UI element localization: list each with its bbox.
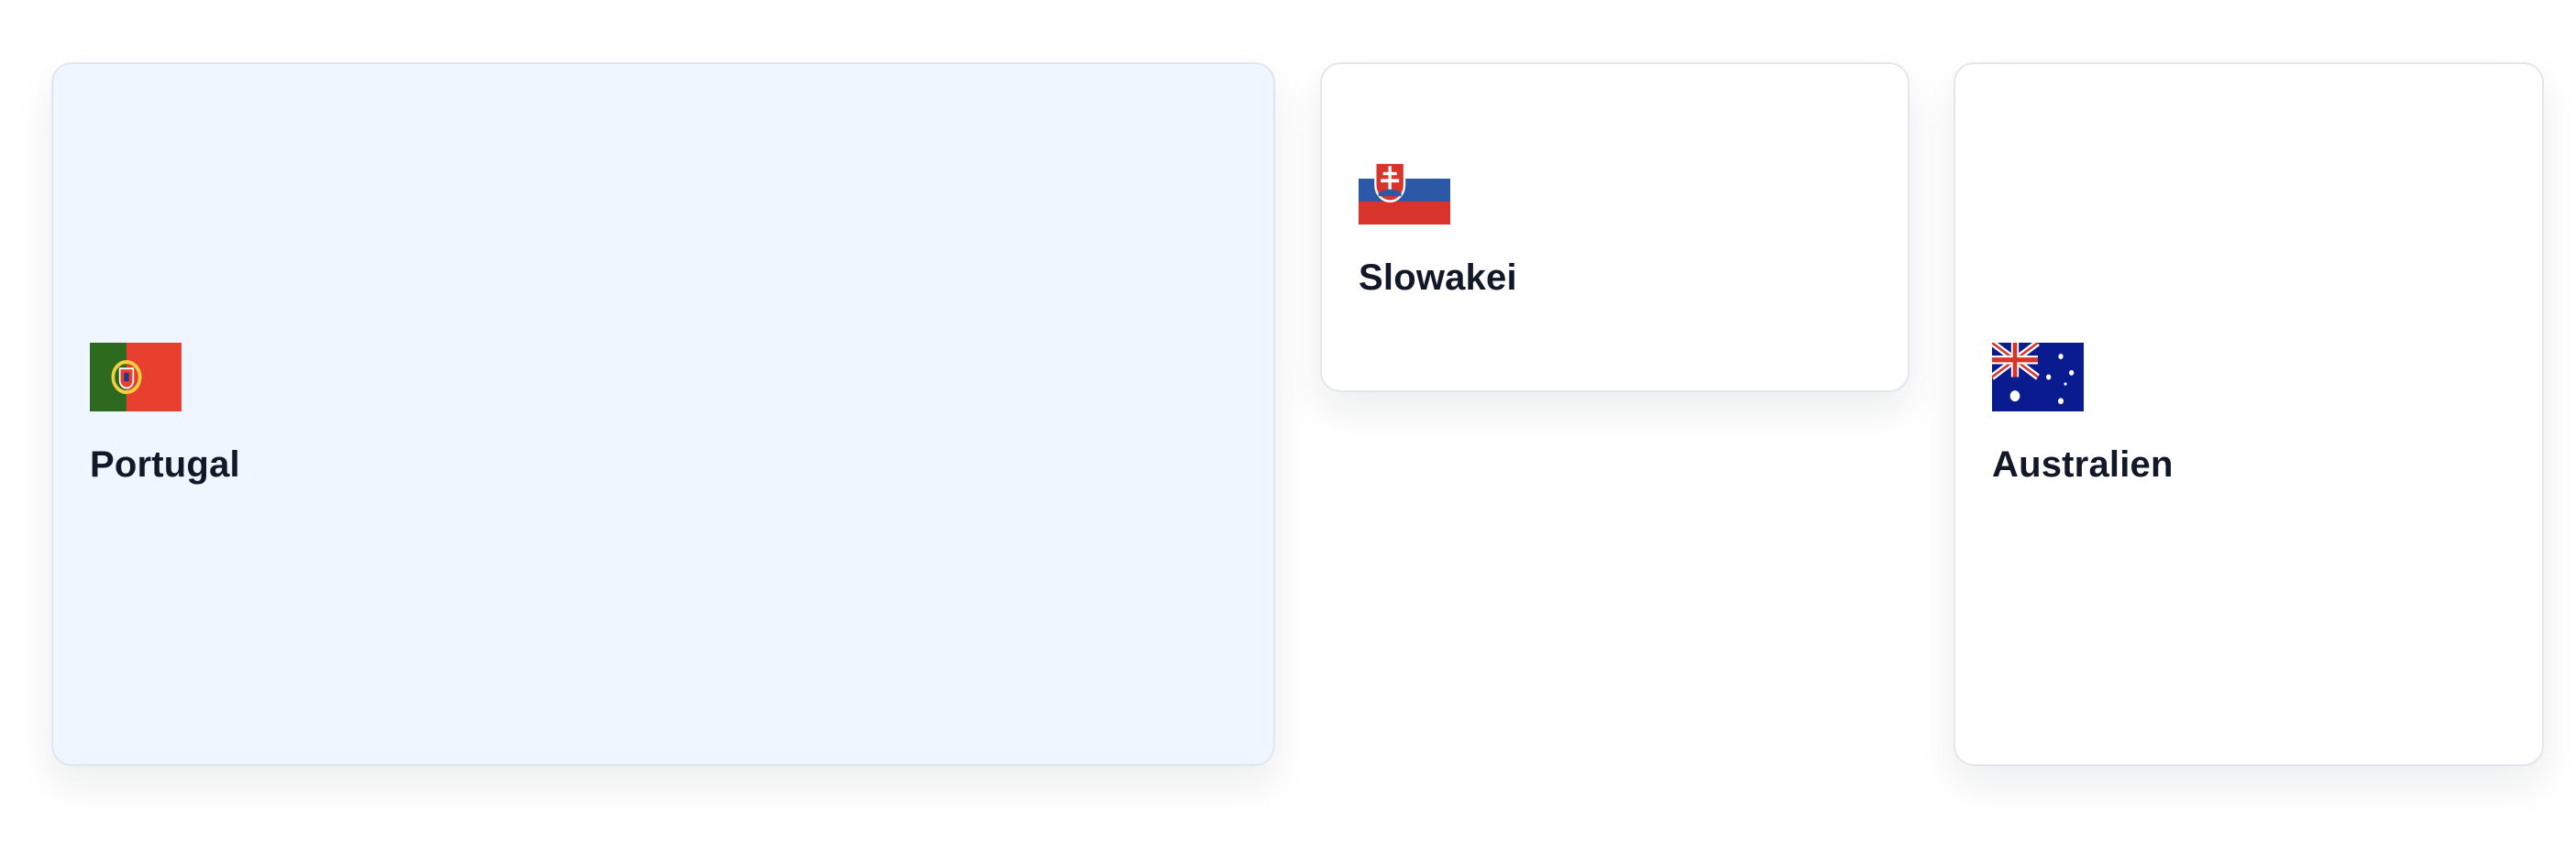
country-card-slovakia[interactable]: Slowakei: [1320, 62, 1910, 392]
australia-flag-icon: [1992, 343, 2084, 411]
country-name: Portugal: [90, 444, 240, 485]
country-name: Slowakei: [1359, 257, 1517, 298]
country-card-portugal[interactable]: Portugal: [51, 62, 1275, 766]
country-card-australia[interactable]: Australien: [1954, 62, 2544, 766]
slovakia-flag-icon: [1359, 156, 1450, 224]
country-selection-grid: Portugal Slowakei Australien: [0, 0, 2576, 865]
country-name: Australien: [1992, 444, 2174, 485]
portugal-flag-icon: [90, 343, 182, 411]
